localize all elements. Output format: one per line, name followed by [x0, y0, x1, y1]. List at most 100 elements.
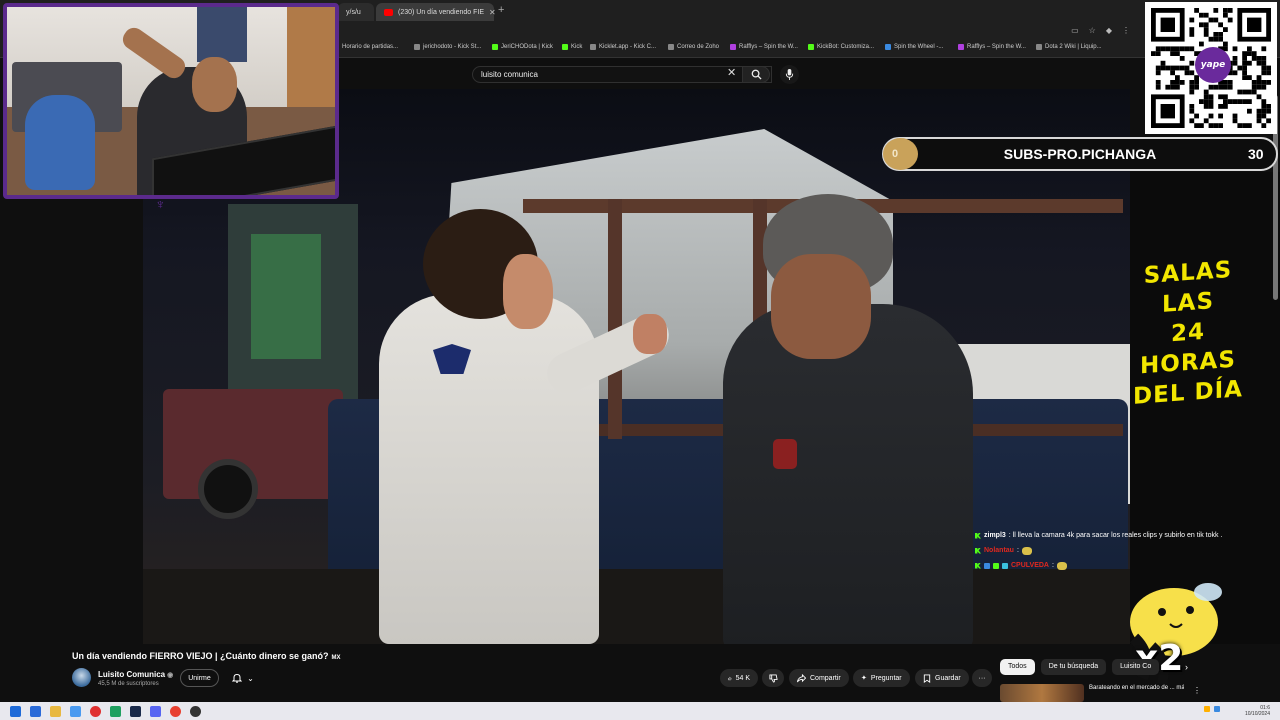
save-label: Guardar	[935, 674, 961, 682]
chevron-down-icon: ⌄	[247, 673, 254, 683]
thumbs-up-icon	[728, 676, 732, 680]
chrome-icon[interactable]	[170, 705, 181, 717]
promo-text: SALAS LAS 24 HORAS DEL DÍA	[1128, 257, 1248, 410]
chip-all[interactable]: Todos	[1000, 659, 1035, 675]
like-count: 54 K	[735, 674, 750, 682]
new-tab-button[interactable]: +	[498, 4, 504, 16]
webcam-overlay	[3, 3, 339, 199]
bookmark[interactable]: Kicklet.app - Kick C...	[590, 44, 656, 50]
video-green-door	[251, 234, 321, 359]
dislike-button[interactable]	[762, 669, 784, 687]
bookmark[interactable]: Rafflys – Spin the W...	[958, 44, 1026, 50]
recommended-video-title[interactable]: Barateando en el mercado de ... más gran…	[1089, 684, 1184, 702]
steam-icon[interactable]	[130, 705, 141, 717]
voice-search-button[interactable]	[780, 65, 799, 84]
xbox-icon[interactable]	[110, 705, 121, 717]
video-person-left	[379, 294, 599, 644]
share-icon	[797, 673, 806, 682]
webcam-streamer-head	[192, 57, 237, 112]
chevron-right-icon[interactable]: ›	[1185, 662, 1188, 672]
extension-icon[interactable]: ◆	[1106, 26, 1112, 35]
bookmark-label: Horario de partidas...	[342, 44, 399, 50]
tray-app-icon[interactable]	[1204, 706, 1210, 712]
obs-icon[interactable]	[190, 705, 201, 717]
kebab-menu-icon[interactable]: ⋮	[1193, 686, 1201, 695]
chat-username: zimpl3	[984, 532, 1006, 539]
kick-icon	[808, 44, 814, 50]
bookmark[interactable]: Horario de partidas...	[342, 44, 398, 50]
file-explorer-icon[interactable]	[50, 705, 61, 717]
youtube-icon	[384, 8, 393, 16]
bookmark[interactable]: Rafflys – Spin the W...	[730, 44, 798, 50]
join-button[interactable]: Unirme	[180, 669, 219, 687]
bookmark[interactable]: Dota 2 Wiki | Liquip...	[1036, 44, 1102, 50]
close-tab-icon[interactable]: ✕	[489, 8, 496, 17]
yape-qr-code: yape	[1145, 2, 1277, 134]
emote-icon	[1056, 561, 1067, 570]
chat-username: Nolantau	[984, 547, 1014, 554]
thumbs-down-icon	[768, 673, 778, 683]
like-button[interactable]: 54 K	[720, 669, 758, 687]
browser-tab[interactable]: y/s/u	[338, 3, 374, 21]
bookmark[interactable]: JeriCHODota | Kick	[492, 44, 553, 50]
bookmark-favicon-icon	[1036, 44, 1042, 50]
edge-icon[interactable]	[70, 705, 81, 717]
yape-logo: yape	[1195, 47, 1231, 83]
save-button[interactable]: Guardar	[915, 669, 969, 687]
video-truck-post	[608, 199, 622, 439]
windows-taskbar	[0, 702, 1280, 720]
chat-username: CPULVEDA	[1011, 562, 1049, 569]
bookmark[interactable]: jerichodoto - Kick St...	[414, 44, 481, 50]
browser-tab-active[interactable]: (230) Un día vendiendo FIE ✕	[376, 3, 496, 21]
promo-line: 24 HORAS	[1140, 318, 1236, 380]
chip-from-search[interactable]: De tu búsqueda	[1040, 659, 1107, 675]
bookmark-icon	[923, 673, 931, 683]
notifications-button[interactable]: ⌄	[224, 669, 262, 687]
discord-icon[interactable]	[150, 705, 161, 717]
recommended-video[interactable]: Barateando en el mercado de ... más gran…	[1000, 684, 1184, 702]
menu-icon[interactable]: ⋮	[1122, 26, 1130, 35]
webcam-frame-ornament-icon: ♆	[155, 196, 166, 212]
channel-name[interactable]: Luisito Comunica ◉	[98, 670, 173, 679]
bookmark-label: JeriCHODota | Kick	[501, 44, 553, 50]
sub-goal-target: 30	[1248, 146, 1264, 162]
more-actions-button[interactable]: ···	[972, 669, 992, 687]
clear-search-icon[interactable]: ✕	[727, 66, 736, 79]
share-label: Compartir	[810, 674, 841, 682]
subscriber-count: 45,5 M de suscriptores	[98, 681, 159, 687]
share-button[interactable]: Compartir	[789, 669, 849, 687]
cast-icon[interactable]: ▭	[1071, 26, 1079, 35]
opera-icon[interactable]	[90, 705, 101, 717]
channel-avatar[interactable]	[72, 668, 91, 687]
video-thumbnail[interactable]	[1000, 684, 1084, 702]
start-icon[interactable]	[10, 705, 21, 717]
video-jacket-badge	[773, 439, 797, 469]
chip-channel[interactable]: Luisito Co	[1112, 659, 1160, 675]
chat-overlay: zimpl3 : ll lleva la camara 4k para saca…	[975, 528, 1275, 573]
kick-icon	[562, 44, 568, 50]
clock[interactable]: 01:6 10/10/2024	[1245, 705, 1270, 717]
bookmark[interactable]: Spin the Wheel -...	[885, 44, 943, 50]
kick-icon	[492, 44, 498, 50]
tray-app-icon[interactable]	[1214, 706, 1220, 712]
system-tray	[1204, 706, 1220, 712]
star-icon[interactable]: ☆	[1089, 26, 1096, 35]
sub-badge-icon	[984, 562, 990, 569]
chat-message: CPULVEDA :	[975, 558, 1275, 573]
bookmark-label: Rafflys – Spin the W...	[967, 44, 1026, 50]
search-button[interactable]	[742, 66, 770, 83]
ask-button[interactable]: ✦ Preguntar	[853, 669, 910, 687]
bookmark-favicon-icon	[885, 44, 891, 50]
bookmark[interactable]: Correo de Zoho	[668, 44, 719, 50]
sub-goal-current: 0	[883, 138, 918, 170]
bookmark-label: Correo de Zoho	[677, 44, 720, 50]
tab-label: (230) Un día vendiendo FIE	[398, 8, 484, 16]
recommendation-filter-chips: Todos De tu búsqueda Luisito Co	[1000, 659, 1160, 675]
bookmark-favicon-icon	[730, 44, 736, 50]
bookmark-label: Spin the Wheel -...	[894, 44, 944, 50]
bookmark-favicon-icon	[668, 44, 674, 50]
desktop-icon[interactable]	[30, 705, 41, 717]
bookmark[interactable]: Kick	[562, 44, 582, 50]
country-tag: MX	[331, 655, 341, 661]
bookmark[interactable]: KickBot: Customiza...	[808, 44, 874, 50]
